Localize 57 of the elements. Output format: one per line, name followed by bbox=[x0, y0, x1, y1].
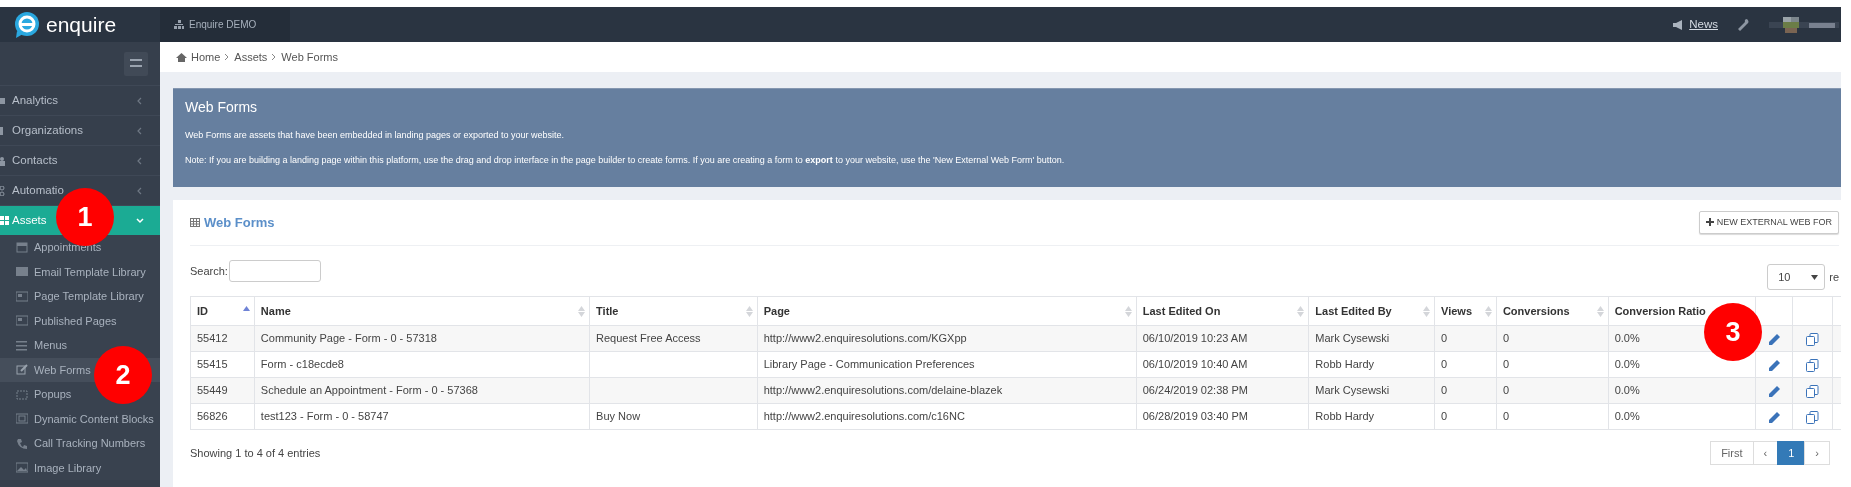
table-cell: Buy Now bbox=[596, 410, 641, 423]
sidebar-label: Contacts bbox=[12, 152, 58, 168]
table-cell: http://www2.enquiresolutions.com/delaine-blazek bbox=[763, 384, 1003, 397]
table-cell: 0 bbox=[1502, 332, 1510, 345]
sidebar-label: Image Library bbox=[34, 460, 102, 476]
card-title: Web Forms bbox=[204, 214, 275, 231]
table-cell: 06/10/2019 10:40 AM bbox=[1142, 358, 1248, 371]
table-cell: Request Free Access bbox=[596, 332, 701, 345]
table-cell: http://www2.enquiresolutions.com/KGXpp bbox=[763, 332, 967, 345]
table-cell: 55449 bbox=[197, 384, 228, 397]
sidebar-label: Email Template Library bbox=[34, 264, 146, 280]
table-cell: Mark Cysewski bbox=[1315, 384, 1390, 397]
page-size-label: re bbox=[1829, 269, 1839, 285]
sidebar-label: Organizations bbox=[12, 122, 83, 138]
table-cell: 0.0% bbox=[1614, 332, 1640, 345]
table-cell: 06/10/2019 10:23 AM bbox=[1142, 332, 1248, 345]
table-cell: http://www2.enquiresolutions.com/c16NC bbox=[763, 410, 965, 423]
sidebar-label: Published Pages bbox=[34, 313, 117, 329]
table-cell: 0 bbox=[1441, 410, 1448, 423]
table-cell: 56826 bbox=[197, 410, 228, 423]
banner-note: Note: If you are building a landing page within this platform, use the drag and drop interface in the page builder to create forms. If you are creating a form to export to your website, use the 'New External Web Form' button. bbox=[185, 154, 1066, 168]
sidebar-label: Menus bbox=[34, 338, 68, 353]
sidebar-label: Analytics bbox=[12, 92, 59, 108]
table-cell: 0.0% bbox=[1614, 410, 1640, 423]
search-label: Search: bbox=[190, 263, 228, 279]
table-cell: 0 bbox=[1441, 358, 1448, 371]
sidebar-label: Dynamic Content Blocks bbox=[34, 411, 154, 427]
table-cell: Mark Cysewski bbox=[1315, 332, 1390, 345]
banner-title: Web Forms bbox=[185, 99, 259, 116]
table-cell: 0 bbox=[1441, 332, 1448, 345]
table-cell: 0 bbox=[1502, 410, 1510, 423]
table-cell: 06/28/2019 03:40 PM bbox=[1142, 410, 1248, 423]
table-cell: test123 - Form - 0 - 58747 bbox=[260, 410, 389, 423]
sidebar-label: Call Tracking Numbers bbox=[34, 436, 146, 451]
table-cell: 0 bbox=[1502, 358, 1510, 371]
account-name: Enquire DEMO bbox=[189, 18, 257, 32]
logo-text: enquire bbox=[46, 14, 117, 35]
table-cell: 55415 bbox=[197, 358, 228, 371]
table-info: Showing 1 to 4 of 4 entries bbox=[190, 445, 321, 461]
sidebar-label: Web Forms bbox=[34, 362, 91, 378]
table-cell: 06/24/2019 02:38 PM bbox=[1142, 384, 1248, 397]
table-cell: Library Page - Communication Preferences bbox=[763, 358, 975, 371]
table-cell: 0 bbox=[1441, 384, 1448, 397]
banner-text: Web Forms are assets that have been embedded in landing pages or exported to your website. bbox=[185, 128, 566, 142]
table-cell: Robb Hardy bbox=[1315, 358, 1375, 371]
table-cell: Community Page - Form - 0 - 57318 bbox=[260, 332, 437, 345]
sidebar-label: Assets bbox=[12, 212, 47, 228]
sidebar-label: Page Template Library bbox=[34, 289, 144, 304]
table-cell: Robb Hardy bbox=[1315, 410, 1375, 423]
table-cell: 0.0% bbox=[1614, 384, 1640, 397]
sidebar-label: Popups bbox=[34, 387, 72, 402]
table-cell: 0.0% bbox=[1614, 358, 1640, 371]
table-cell: Form - c18ecde8 bbox=[260, 358, 344, 371]
table-cell: Schedule an Appointment - Form - 0 - 57368 bbox=[260, 384, 478, 397]
table-cell: 55412 bbox=[197, 332, 228, 345]
news-label: News bbox=[1689, 16, 1718, 32]
table-cell: 0 bbox=[1502, 384, 1510, 397]
